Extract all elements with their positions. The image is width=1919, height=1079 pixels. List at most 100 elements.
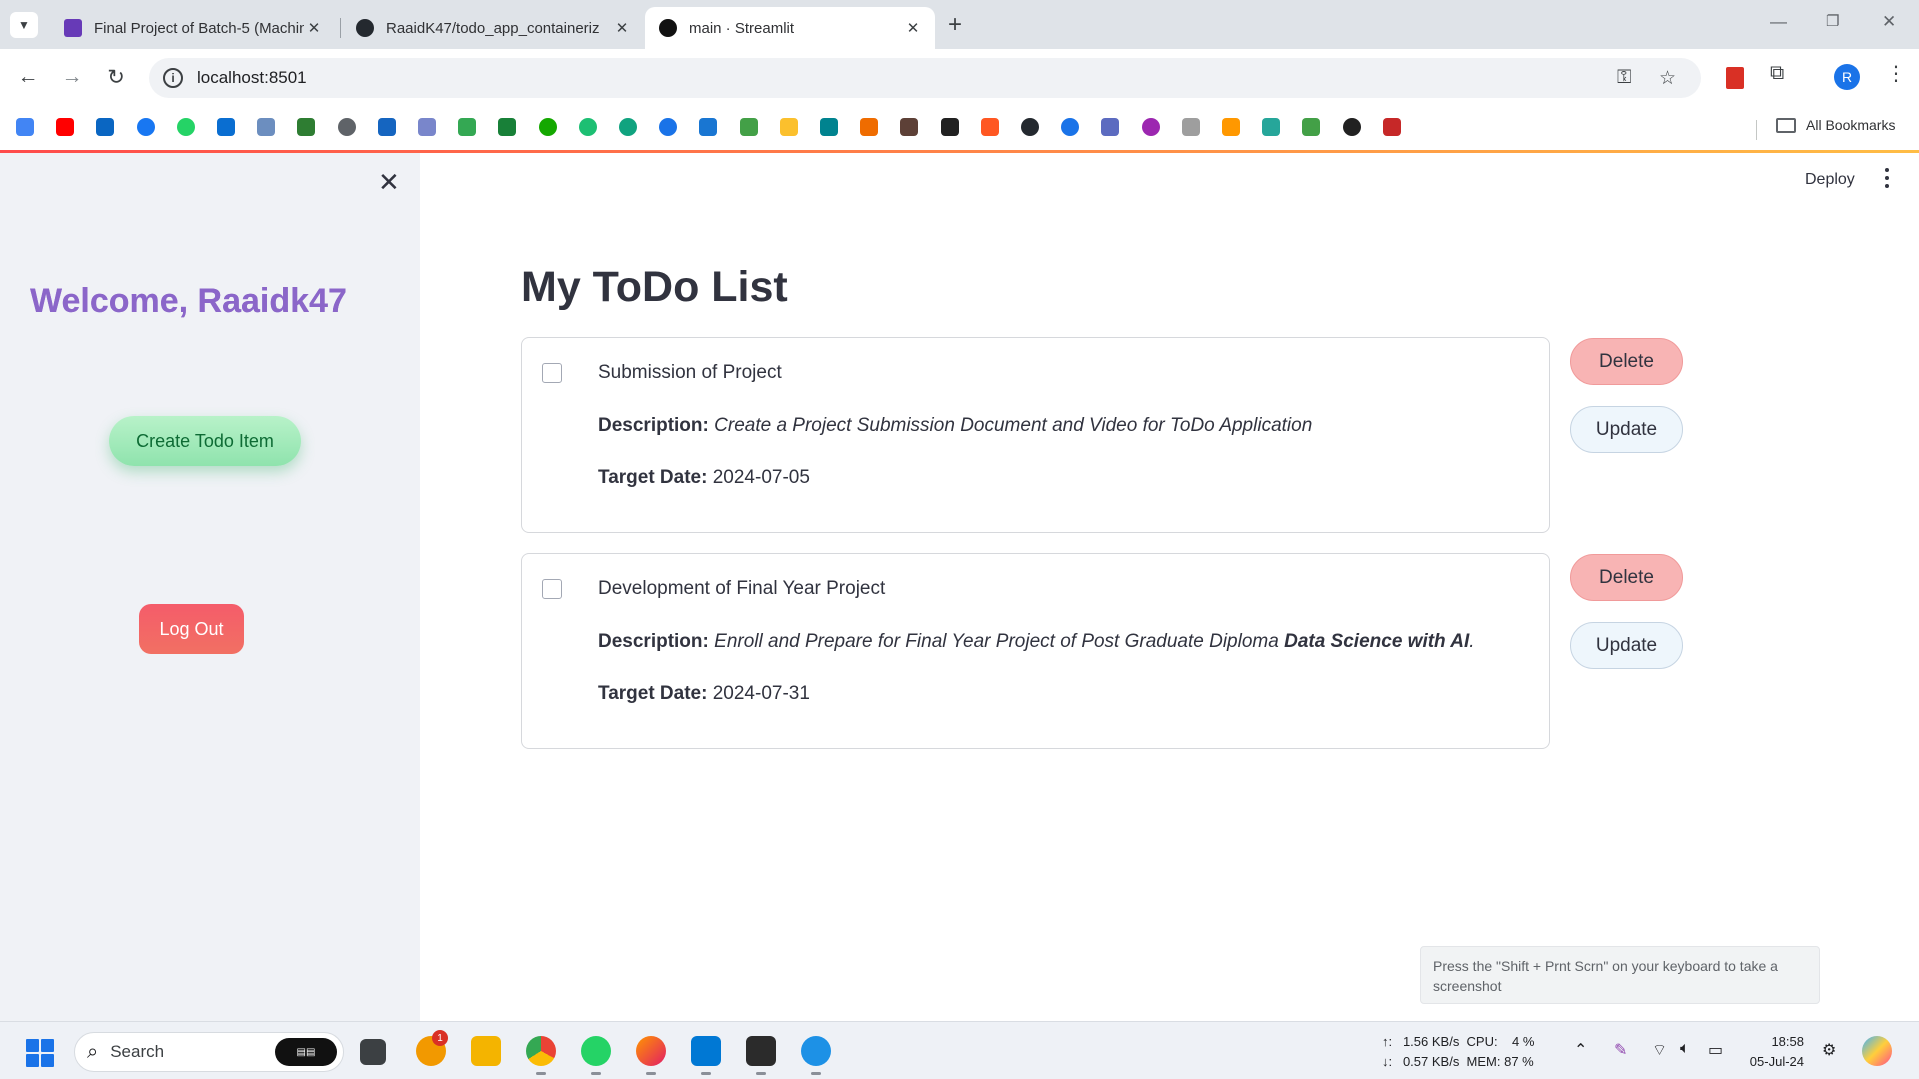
gear-icon[interactable]: [1181, 118, 1200, 136]
extension-icon[interactable]: [1726, 67, 1744, 89]
minimize-icon[interactable]: —: [1770, 12, 1787, 32]
tab-github[interactable]: RaaidK47/todo_app_containeriz ✕: [342, 7, 644, 49]
close-sidebar-icon[interactable]: ✕: [378, 169, 400, 195]
forward-icon[interactable]: →: [58, 65, 86, 89]
todo-card: Development of Final Year Project Descri…: [521, 553, 1550, 749]
box-icon[interactable]: [699, 118, 718, 136]
cloud-c-icon[interactable]: [1061, 118, 1080, 136]
delete-button[interactable]: Delete: [1570, 338, 1683, 385]
wifi-icon[interactable]: ⌔: [1652, 1040, 1667, 1060]
facebook-icon[interactable]: [136, 118, 155, 136]
tab-streamlit[interactable]: main · Streamlit ✕: [645, 7, 935, 49]
battery-icon[interactable]: ▭: [1708, 1040, 1723, 1060]
circle-icon[interactable]: [659, 118, 678, 136]
settings-icon[interactable]: ⚙: [1822, 1040, 1836, 1060]
pen-icon[interactable]: ✎: [1614, 1040, 1627, 1060]
chevron-up-icon[interactable]: ⌃: [1574, 1040, 1587, 1060]
mail-icon[interactable]: [418, 118, 436, 136]
running-indicator: [536, 1072, 546, 1075]
terminal-icon[interactable]: [746, 1036, 776, 1066]
main-menu-icon[interactable]: [1885, 168, 1891, 192]
openai-icon[interactable]: [619, 118, 637, 136]
browser-menu-icon[interactable]: ⋮: [1886, 61, 1906, 86]
fiverr-icon[interactable]: [578, 118, 597, 136]
diamond-icon[interactable]: [820, 118, 838, 136]
search-highlight-icon: ▤▤: [275, 1038, 337, 1066]
sidebar: ✕ Welcome, Raaidk47 Create Todo Item Log…: [0, 153, 420, 1021]
green-icon[interactable]: [1302, 118, 1321, 136]
pdf-icon[interactable]: [1382, 118, 1401, 136]
helm-icon[interactable]: [900, 118, 919, 136]
volume-icon[interactable]: 🔈︎: [1680, 1040, 1690, 1058]
reload-icon[interactable]: ↻: [102, 65, 130, 90]
emoji-icon[interactable]: [779, 118, 798, 136]
profile-button[interactable]: R: [1834, 64, 1860, 90]
globe-icon[interactable]: [337, 118, 356, 136]
file-explorer-icon[interactable]: [471, 1036, 501, 1066]
update-button[interactable]: Update: [1570, 622, 1683, 669]
close-icon[interactable]: ✕: [903, 19, 923, 37]
chrome-icon[interactable]: [526, 1036, 556, 1066]
all-bookmarks-button[interactable]: All Bookmarks: [1776, 117, 1895, 133]
tab-final-project[interactable]: Final Project of Batch-5 (Machin ✕: [50, 7, 336, 49]
todo-title: Development of Final Year Project: [598, 578, 886, 599]
screenshot-tooltip: Press the "Shift + Prnt Scrn" on your ke…: [1420, 946, 1820, 1004]
bookmark-star-icon[interactable]: ☆: [1659, 67, 1676, 90]
todo-checkbox[interactable]: [542, 363, 562, 383]
create-todo-button[interactable]: Create Todo Item: [109, 416, 301, 466]
address-bar[interactable]: i localhost:8501 ⚿ ☆: [149, 58, 1701, 98]
description-text: Enroll and Prepare for Final Year Projec…: [714, 631, 1285, 652]
site-info-icon[interactable]: i: [163, 68, 183, 88]
github-icon[interactable]: [1021, 118, 1039, 136]
taskbar-search[interactable]: ⌕ Search ▤▤: [74, 1032, 344, 1072]
saturn-icon[interactable]: [377, 118, 396, 136]
classroom-icon[interactable]: [498, 118, 517, 136]
windows-start-icon[interactable]: [26, 1039, 54, 1067]
todo-card: Submission of Project Description: Creat…: [521, 337, 1550, 533]
upwork-icon[interactable]: [538, 118, 557, 136]
restore-icon[interactable]: ❐: [1826, 12, 1839, 30]
sap-icon[interactable]: [217, 118, 235, 136]
terminal-icon[interactable]: [940, 118, 959, 136]
close-icon[interactable]: ✕: [304, 19, 324, 37]
chart-icon[interactable]: [257, 118, 276, 136]
tab-search-button[interactable]: ▼: [10, 12, 38, 38]
copilot-icon[interactable]: [1862, 1036, 1892, 1066]
close-icon[interactable]: ✕: [612, 19, 632, 37]
drive-icon[interactable]: [458, 118, 477, 136]
running-indicator: [701, 1072, 711, 1075]
pma-icon[interactable]: [860, 118, 879, 136]
hex-icon[interactable]: [1141, 118, 1160, 136]
back-icon[interactable]: ←: [14, 65, 42, 89]
vscode-icon[interactable]: [691, 1036, 721, 1066]
whatsapp-icon[interactable]: [176, 118, 195, 136]
fire-icon[interactable]: [980, 118, 999, 136]
google-icon[interactable]: [16, 118, 34, 136]
youtube-icon[interactable]: [56, 118, 75, 136]
extensions-puzzle-icon[interactable]: ⧉: [1770, 62, 1784, 85]
task-view-icon[interactable]: [360, 1039, 386, 1065]
linkedin-icon[interactable]: [96, 118, 115, 136]
todo-target-date: Target Date: 2024-07-05: [598, 467, 810, 489]
close-window-icon[interactable]: ✕: [1882, 12, 1896, 32]
tree-icon[interactable]: [297, 118, 316, 136]
avatar: R: [1834, 64, 1860, 90]
package-icon[interactable]: [1222, 118, 1240, 136]
password-key-icon[interactable]: ⚿: [1617, 67, 1631, 89]
udacity-icon[interactable]: [1101, 118, 1120, 136]
new-tab-button[interactable]: +: [948, 12, 962, 38]
firefox-icon[interactable]: [636, 1036, 666, 1066]
browser-toolbar: ← → ↻ i localhost:8501 ⚿ ☆ ⧉ R ⋮: [0, 49, 1919, 108]
update-button[interactable]: Update: [1570, 406, 1683, 453]
deploy-button[interactable]: Deploy: [1805, 171, 1855, 189]
logout-button[interactable]: Log Out: [139, 604, 244, 654]
delete-button[interactable]: Delete: [1570, 554, 1683, 601]
robot-icon[interactable]: [739, 118, 758, 136]
whatsapp-icon[interactable]: [581, 1036, 611, 1066]
bookmarks-bar: All Bookmarks: [0, 108, 1919, 150]
dots-icon[interactable]: [1262, 118, 1281, 136]
todo-checkbox[interactable]: [542, 579, 562, 599]
crown-icon[interactable]: [1342, 118, 1361, 136]
docker-icon[interactable]: [801, 1036, 831, 1066]
taskbar-clock[interactable]: 18:58 05-Jul-24: [1740, 1032, 1804, 1072]
